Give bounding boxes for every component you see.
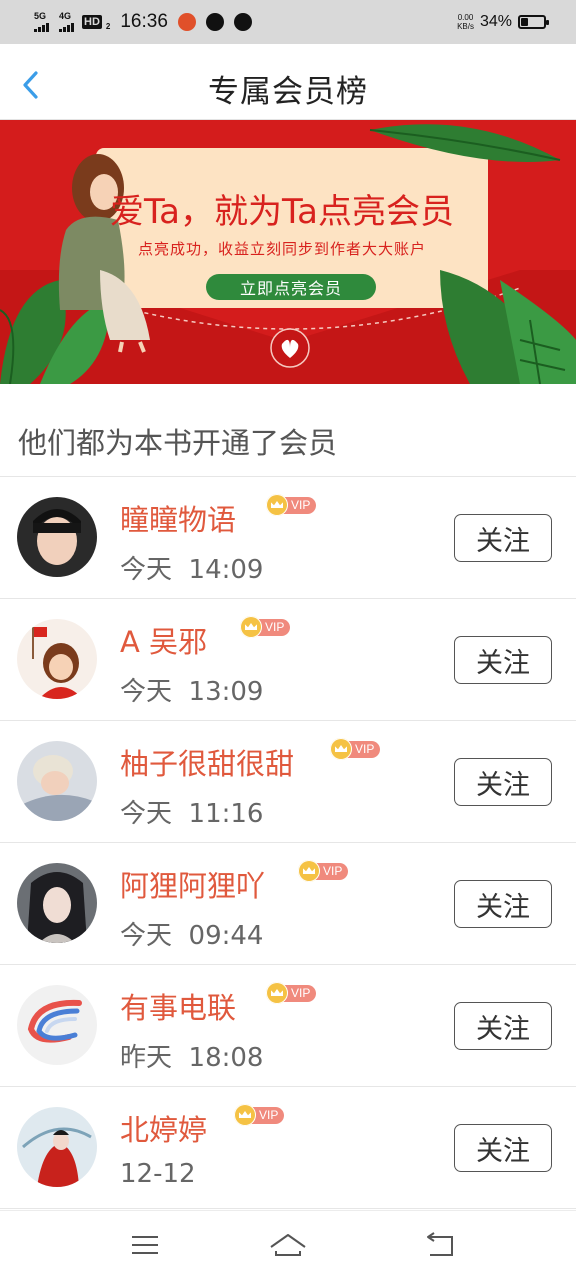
hd-icon: HD xyxy=(82,15,102,29)
back-nav-button[interactable] xyxy=(420,1229,460,1263)
follow-button[interactable]: 关注 xyxy=(454,514,552,562)
avatar[interactable] xyxy=(17,741,97,821)
banner-cta-button[interactable]: 立即点亮会员 xyxy=(206,274,376,300)
crown-icon xyxy=(234,1104,256,1126)
crown-icon xyxy=(266,494,288,516)
crown-icon xyxy=(298,860,320,882)
avatar[interactable] xyxy=(17,497,97,577)
list-item[interactable]: 有事电联 VIP 昨天 18:08 关注 xyxy=(0,965,576,1087)
home-icon xyxy=(270,1234,306,1256)
crown-icon xyxy=(266,982,288,1004)
member-name[interactable]: 瞳瞳物语 xyxy=(120,497,236,539)
follow-button[interactable]: 关注 xyxy=(454,758,552,806)
list-item[interactable]: 阿狸阿狸吖 VIP 今天 09:44 关注 xyxy=(0,843,576,965)
network-speed: 0.00 KB/s xyxy=(457,13,474,31)
wechat-icon xyxy=(233,13,252,31)
banner-subline: 点亮成功，收益立刻同步到作者大大账户 xyxy=(138,240,427,258)
clock: 16:36 xyxy=(120,11,168,32)
signal-5g: 5G xyxy=(34,12,49,32)
follow-button[interactable]: 关注 xyxy=(454,1124,552,1172)
compass-icon xyxy=(205,13,224,31)
member-name[interactable]: 有事电联 xyxy=(120,985,236,1027)
list-item[interactable]: 瞳瞳物语 VIP 今天 14:09 关注 xyxy=(0,477,576,599)
promo-banner[interactable]: 爱Ta，就为Ta点亮会员 点亮成功，收益立刻同步到作者大大账户 立即点亮会员 xyxy=(0,120,576,384)
system-nav-bar xyxy=(0,1210,576,1281)
section-title: 他们都为本书开通了会员 xyxy=(18,426,338,460)
return-icon xyxy=(427,1232,453,1256)
vip-badge: VIP xyxy=(234,1104,285,1126)
vip-badge: VIP xyxy=(266,982,317,1004)
vip-badge: VIP xyxy=(266,494,317,516)
follow-button[interactable]: 关注 xyxy=(454,636,552,684)
avatar[interactable] xyxy=(17,1107,97,1187)
status-bar: 5G 4G HD 2 16:36 0.00 KB/s 34% xyxy=(0,0,576,44)
member-list: 瞳瞳物语 VIP 今天 14:09 关注 A 吴邪 VIP 今天 13:09 关… xyxy=(0,477,576,1209)
list-item[interactable]: 北婷婷 VIP 12-12 关注 xyxy=(0,1087,576,1209)
battery-percent: 34% xyxy=(479,13,512,30)
vip-badge: VIP xyxy=(330,738,381,760)
join-time: 今天 13:09 xyxy=(120,677,264,707)
signal-4g: 4G xyxy=(59,12,74,32)
join-time: 12-12 xyxy=(120,1159,196,1189)
menu-button[interactable] xyxy=(126,1229,166,1263)
page-title: 专属会员榜 xyxy=(208,74,368,110)
vip-badge: VIP xyxy=(240,616,291,638)
list-item[interactable]: 柚子很甜很甜 VIP 今天 11:16 关注 xyxy=(0,721,576,843)
app-notification-icon xyxy=(177,13,196,31)
avatar[interactable] xyxy=(17,863,97,943)
member-name[interactable]: 北婷婷 xyxy=(120,1107,207,1149)
home-button[interactable] xyxy=(268,1229,308,1263)
join-time: 今天 11:16 xyxy=(120,799,264,829)
vip-badge: VIP xyxy=(298,860,349,882)
member-name[interactable]: 柚子很甜很甜 xyxy=(120,741,294,783)
follow-button[interactable]: 关注 xyxy=(454,880,552,928)
member-name[interactable]: A 吴邪 xyxy=(120,619,207,661)
banner-headline: 爱Ta，就为Ta点亮会员 xyxy=(110,192,454,232)
app-header: 专属会员榜 xyxy=(0,44,576,120)
menu-icon xyxy=(132,1236,158,1254)
avatar[interactable] xyxy=(17,619,97,699)
join-time: 昨天 18:08 xyxy=(120,1043,264,1073)
battery-icon xyxy=(518,15,549,29)
join-time: 今天 09:44 xyxy=(120,921,264,951)
crown-icon xyxy=(330,738,352,760)
list-item[interactable]: A 吴邪 VIP 今天 13:09 关注 xyxy=(0,599,576,721)
join-time: 今天 14:09 xyxy=(120,555,264,585)
member-name[interactable]: 阿狸阿狸吖 xyxy=(120,863,265,905)
avatar[interactable] xyxy=(17,985,97,1065)
crown-icon xyxy=(240,616,262,638)
follow-button[interactable]: 关注 xyxy=(454,1002,552,1050)
